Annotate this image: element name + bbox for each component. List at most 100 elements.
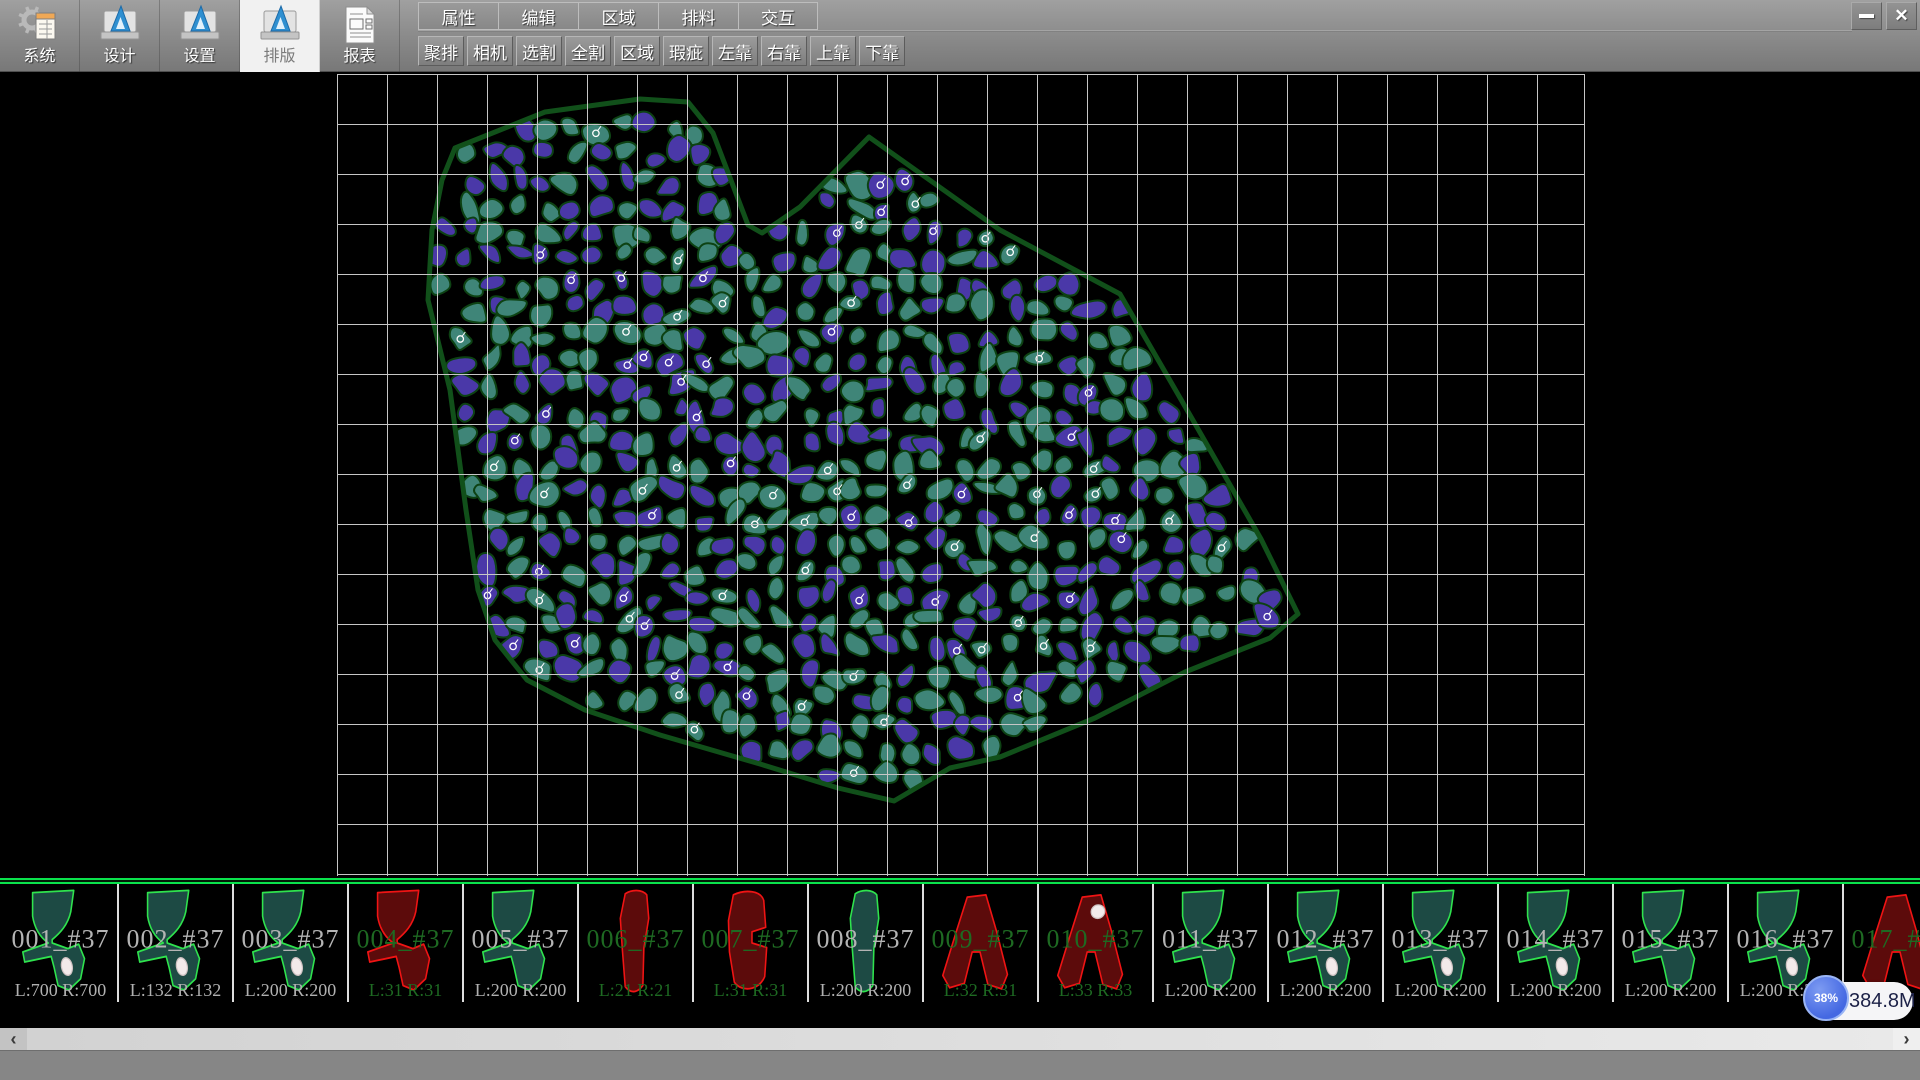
piece-thumbnail-010_#37[interactable]: 010_#37 L:33 R:33	[1039, 884, 1154, 1002]
close-button[interactable]: ✕	[1886, 2, 1917, 30]
set-square-icon	[177, 4, 223, 46]
tab-nesting[interactable]: 排料	[658, 2, 738, 30]
piece-thumbnail-011_#37[interactable]: 011_#37 L:200 R:200	[1154, 884, 1269, 1002]
piece-id-label: 005_#37	[464, 924, 577, 954]
tool-button-camera[interactable]: 相机	[467, 36, 513, 66]
piece-thumbnail-001_#37[interactable]: 001_#37 L:700 R:700	[4, 884, 119, 1002]
piece-counts-label: L:31 R:31	[349, 980, 462, 1001]
piece-id-label: 016_#37	[1729, 924, 1842, 954]
piece-thumbnail-003_#37[interactable]: 003_#37 L:200 R:200	[234, 884, 349, 1002]
piece-id-label: 013_#37	[1384, 924, 1497, 954]
nav-label-report: 报表	[343, 47, 375, 67]
piece-id-label: 003_#37	[234, 924, 347, 954]
nav-label-system: 系统	[23, 47, 55, 67]
system-gear-icon	[17, 4, 63, 46]
tool-button-cluster-nest[interactable]: 聚排	[418, 36, 464, 66]
nav-label-design: 设计	[103, 47, 135, 67]
piece-thumbnail-007_#37[interactable]: 007_#37 L:31 R:31	[694, 884, 809, 1002]
main-toolbar: 系统 设计 设置 排版 报表 属性编辑区域排料交互 聚排相机选割全割区域瑕疵左靠…	[0, 0, 1920, 72]
minimize-icon	[1859, 14, 1874, 18]
piece-id-label: 015_#37	[1614, 924, 1727, 954]
piece-counts-label: L:32 R:31	[924, 980, 1037, 1001]
piece-id-label: 002_#37	[119, 924, 232, 954]
progress-badge: 38%	[1803, 975, 1849, 1021]
scrollbar-track[interactable]	[27, 1028, 1893, 1050]
menu-tab-bar: 属性编辑区域排料交互	[418, 2, 818, 30]
report-document-icon	[337, 4, 383, 46]
piece-counts-label: L:200 R:200	[1499, 980, 1612, 1001]
nav-label-settings: 设置	[183, 47, 215, 67]
nav-button-layout[interactable]: 排版	[240, 0, 320, 72]
piece-thumbnail-008_#37[interactable]: 008_#37 L:200 R:200	[809, 884, 924, 1002]
horizontal-scrollbar[interactable]: ‹ ›	[0, 1028, 1920, 1050]
tab-interact[interactable]: 交互	[738, 2, 818, 30]
scroll-right-button[interactable]: ›	[1893, 1028, 1920, 1050]
nesting-app-window: 系统 设计 设置 排版 报表 属性编辑区域排料交互 聚排相机选割全割区域瑕疵左靠…	[0, 0, 1920, 1080]
memory-value: 384.8M	[1849, 982, 1913, 1020]
piece-id-label: 006_#37	[579, 924, 692, 954]
piece-id-label: 001_#37	[4, 924, 117, 954]
close-icon: ✕	[1894, 6, 1908, 26]
tool-button-select-cut[interactable]: 选割	[516, 36, 562, 66]
nav-button-settings[interactable]: 设置	[160, 0, 240, 72]
tool-button-defect[interactable]: 瑕疵	[663, 36, 709, 66]
piece-id-label: 017_#37	[1844, 924, 1920, 954]
tool-button-snap-left[interactable]: 左靠	[712, 36, 758, 66]
piece-id-label: 008_#37	[809, 924, 922, 954]
tool-button-row: 聚排相机选割全割区域瑕疵左靠右靠上靠下靠	[418, 36, 905, 66]
nesting-canvas[interactable]	[0, 72, 1920, 878]
tool-button-region[interactable]: 区域	[614, 36, 660, 66]
piece-counts-label: L:200 R:200	[1384, 980, 1497, 1001]
piece-thumbnail-009_#37[interactable]: 009_#37 L:32 R:31	[924, 884, 1039, 1002]
piece-thumbnail-006_#37[interactable]: 006_#37 L:21 R:21	[579, 884, 694, 1002]
piece-thumbnail-list: 001_#37 L:700 R:700 002_#37 L:132 R:132 …	[4, 884, 1920, 1002]
piece-counts-label: L:200 R:200	[809, 980, 922, 1001]
tool-button-snap-right[interactable]: 右靠	[761, 36, 807, 66]
piece-counts-label: L:200 R:200	[1269, 980, 1382, 1001]
piece-counts-label: L:132 R:132	[119, 980, 232, 1001]
tool-button-snap-top[interactable]: 上靠	[810, 36, 856, 66]
status-bar	[0, 1050, 1920, 1080]
tab-region[interactable]: 区域	[578, 2, 658, 30]
status-badge: 384.8M 38%	[1803, 974, 1920, 1022]
piece-counts-label: L:700 R:700	[4, 980, 117, 1001]
tool-button-snap-bottom[interactable]: 下靠	[859, 36, 905, 66]
scroll-left-button[interactable]: ‹	[0, 1028, 27, 1050]
piece-thumbnail-004_#37[interactable]: 004_#37 L:31 R:31	[349, 884, 464, 1002]
set-square-icon	[97, 4, 143, 46]
piece-id-label: 007_#37	[694, 924, 807, 954]
piece-id-label: 009_#37	[924, 924, 1037, 954]
tool-button-cut-all[interactable]: 全割	[565, 36, 611, 66]
piece-counts-label: L:200 R:200	[1614, 980, 1727, 1001]
progress-value: 38%	[1814, 991, 1838, 1005]
nav-label-layout: 排版	[263, 47, 295, 67]
piece-counts-label: L:200 R:200	[464, 980, 577, 1001]
minimize-button[interactable]	[1851, 2, 1882, 30]
piece-id-label: 011_#37	[1154, 924, 1267, 954]
piece-thumbnail-014_#37[interactable]: 014_#37 L:200 R:200	[1499, 884, 1614, 1002]
piece-counts-label: L:31 R:31	[694, 980, 807, 1001]
piece-strip: 001_#37 L:700 R:700 002_#37 L:132 R:132 …	[0, 878, 1920, 1028]
piece-thumbnail-005_#37[interactable]: 005_#37 L:200 R:200	[464, 884, 579, 1002]
piece-id-label: 004_#37	[349, 924, 462, 954]
piece-thumbnail-015_#37[interactable]: 015_#37 L:200 R:200	[1614, 884, 1729, 1002]
piece-id-label: 010_#37	[1039, 924, 1152, 954]
piece-counts-label: L:200 R:200	[1154, 980, 1267, 1001]
tab-edit[interactable]: 编辑	[498, 2, 578, 30]
set-square-icon	[257, 4, 303, 46]
tab-properties[interactable]: 属性	[418, 2, 498, 30]
piece-counts-label: L:200 R:200	[234, 980, 347, 1001]
piece-thumbnail-012_#37[interactable]: 012_#37 L:200 R:200	[1269, 884, 1384, 1002]
nav-button-report[interactable]: 报表	[320, 0, 400, 72]
piece-counts-label: L:33 R:33	[1039, 980, 1152, 1001]
piece-counts-label: L:21 R:21	[579, 980, 692, 1001]
toolbar-divider	[418, 30, 1852, 32]
piece-thumbnail-013_#37[interactable]: 013_#37 L:200 R:200	[1384, 884, 1499, 1002]
piece-thumbnail-002_#37[interactable]: 002_#37 L:132 R:132	[119, 884, 234, 1002]
nav-button-system[interactable]: 系统	[0, 0, 80, 72]
piece-id-label: 012_#37	[1269, 924, 1382, 954]
leather-hide-layout	[0, 72, 1920, 878]
nav-button-design[interactable]: 设计	[80, 0, 160, 72]
window-controls: ✕	[1851, 2, 1917, 30]
piece-id-label: 014_#37	[1499, 924, 1612, 954]
